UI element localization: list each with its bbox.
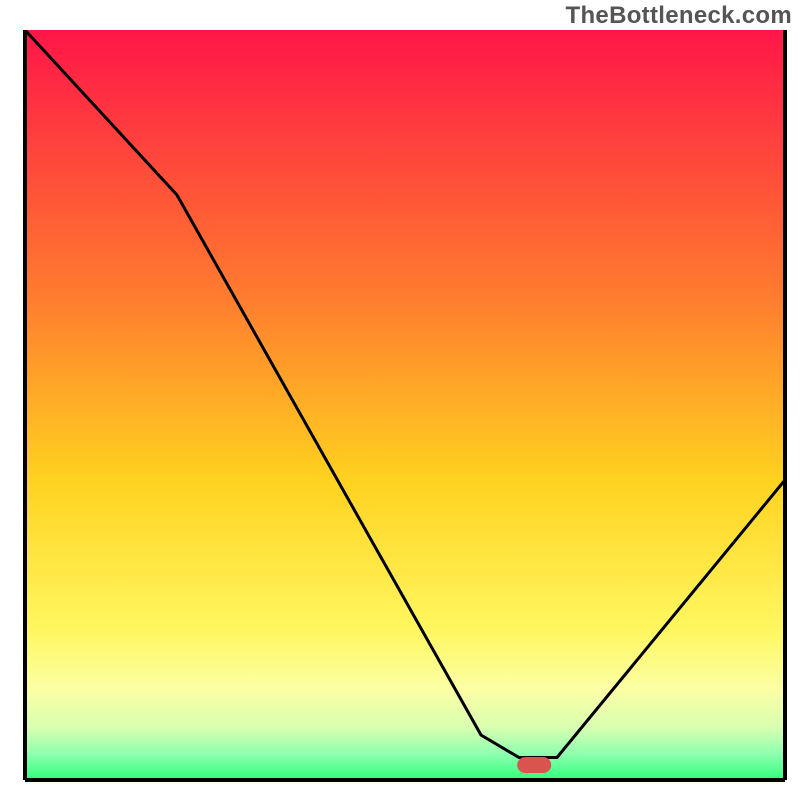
chart-container: TheBottleneck.com	[0, 0, 800, 800]
plot-area	[25, 30, 785, 780]
gradient-background	[25, 30, 785, 780]
chart-svg	[0, 0, 800, 800]
watermark-label: TheBottleneck.com	[566, 2, 792, 30]
optimal-marker	[517, 757, 551, 773]
